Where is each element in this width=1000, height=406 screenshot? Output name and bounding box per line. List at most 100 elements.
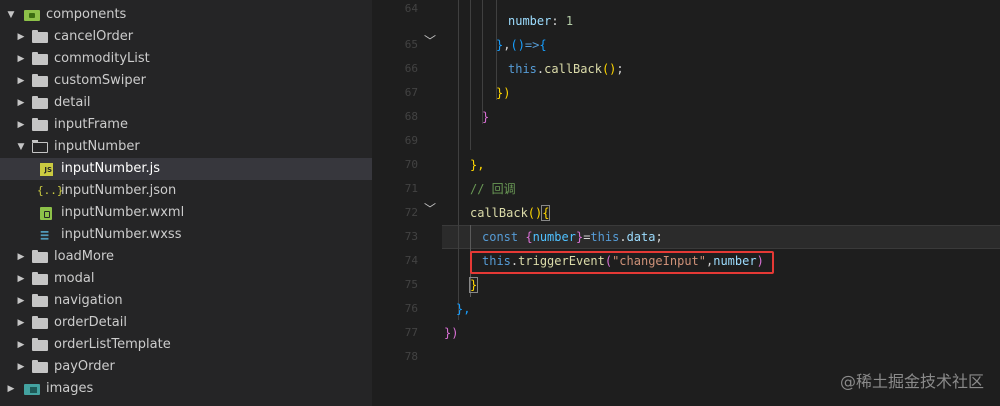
chevron-right-icon[interactable]: ▶ <box>16 312 26 334</box>
tree-item-inputnumber-wxml[interactable]: inputNumber.wxml <box>0 202 372 224</box>
line-number: 68 <box>404 110 418 123</box>
code-token: ; <box>655 230 663 244</box>
code-line-73: const {number}=this.data; <box>482 225 1000 249</box>
folder-components-icon <box>24 10 40 21</box>
fold-chevron-icon[interactable]: ﹀ <box>424 29 436 53</box>
code-line-77: }) <box>444 321 976 345</box>
code-editor[interactable]: 64 65 66 67 68 69 70 71 72 73 74 75 76 7… <box>372 0 1000 406</box>
tree-item-navigation[interactable]: ▶ navigation <box>0 290 372 312</box>
tree-item-label: cancelOrder <box>54 29 134 44</box>
line-number: 73 <box>404 230 418 243</box>
tree-item-label: orderDetail <box>54 315 127 330</box>
tree-item-payorder[interactable]: ▶ payOrder <box>0 356 372 378</box>
folder-icon <box>32 74 48 87</box>
line-number: 66 <box>404 62 418 75</box>
tree-item-label: inputNumber <box>54 139 140 154</box>
chevron-right-icon[interactable]: ▶ <box>16 268 26 290</box>
code-token: data <box>626 230 656 244</box>
indent-guide <box>458 0 459 320</box>
code-line-70: }, <box>470 153 1000 177</box>
tree-item-inputframe[interactable]: ▶ inputFrame <box>0 114 372 136</box>
tree-item-label: components <box>46 7 127 22</box>
code-token: () <box>601 62 617 76</box>
tree-item-label: navigation <box>54 293 123 308</box>
code-line-68: } <box>482 105 1000 129</box>
code-token: const <box>482 230 526 244</box>
tree-item-label: payOrder <box>54 359 115 374</box>
code-token: }) <box>444 326 459 340</box>
code-token: }) <box>496 86 511 100</box>
tree-item-components[interactable]: ▼ components <box>0 4 372 26</box>
code-token: 1 <box>565 14 574 28</box>
code-token: . <box>619 230 627 244</box>
tree-item-images[interactable]: ▶ images <box>0 378 372 400</box>
fold-chevron-icon[interactable]: ﹀ <box>424 197 436 221</box>
chevron-right-icon[interactable]: ▶ <box>16 246 26 268</box>
tree-item-loadmore[interactable]: ▶ loadMore <box>0 246 372 268</box>
folder-images-icon <box>24 384 40 395</box>
tree-item-label: inputNumber.wxss <box>61 227 182 242</box>
tree-item-label: customSwiper <box>54 73 146 88</box>
folder-icon <box>32 30 48 43</box>
chevron-right-icon[interactable]: ▶ <box>6 378 16 400</box>
chevron-right-icon[interactable]: ▶ <box>16 48 26 70</box>
line-number: 69 <box>404 134 418 147</box>
line-number: 78 <box>404 350 418 363</box>
tree-item-customswiper[interactable]: ▶ customSwiper <box>0 70 372 92</box>
tree-item-label: modal <box>54 271 95 286</box>
tree-item-inputnumber[interactable]: ▼ inputNumber <box>0 136 372 158</box>
tree-item-detail[interactable]: ▶ detail <box>0 92 372 114</box>
tree-item-label: commodityList <box>54 51 150 66</box>
tree-item-orderlisttemplate[interactable]: ▶ orderListTemplate <box>0 334 372 356</box>
code-token: } <box>468 277 479 293</box>
chevron-right-icon[interactable]: ▶ <box>16 356 26 378</box>
folder-icon <box>32 250 48 263</box>
chevron-right-icon[interactable]: ▶ <box>16 114 26 136</box>
code-line-67: }) <box>496 81 1000 105</box>
folder-icon <box>32 316 48 329</box>
code-line-76: }, <box>456 297 988 321</box>
line-number: 72 <box>404 206 418 219</box>
file-explorer: ▼ components ▶ cancelOrder ▶ commodityLi… <box>0 0 372 406</box>
tree-item-label: inputNumber.wxml <box>61 205 185 220</box>
line-number: 77 <box>404 326 418 339</box>
code-token: this <box>590 230 620 244</box>
folder-icon <box>32 96 48 109</box>
tree-item-label: detail <box>54 95 91 110</box>
tree-item-label: orderListTemplate <box>54 337 171 352</box>
code-token: }, <box>456 302 471 316</box>
line-number: 70 <box>404 158 418 171</box>
tree-item-label: inputNumber.json <box>61 183 177 198</box>
tree-item-commoditylist[interactable]: ▶ commodityList <box>0 48 372 70</box>
chevron-right-icon[interactable]: ▶ <box>16 92 26 114</box>
css-file-icon: ≡ <box>40 226 50 244</box>
code-line-64: number: 1 <box>508 9 1000 33</box>
tree-item-label: inputFrame <box>54 117 128 132</box>
tree-item-inputnumber-js[interactable]: JS inputNumber.js <box>0 158 372 180</box>
tree-item-cancelorder[interactable]: ▶ cancelOrder <box>0 26 372 48</box>
tree-item-label: inputNumber.js <box>61 161 160 176</box>
tree-item-orderdetail[interactable]: ▶ orderDetail <box>0 312 372 334</box>
code-token: }, <box>470 158 485 172</box>
chevron-right-icon[interactable]: ▶ <box>16 290 26 312</box>
chevron-right-icon[interactable]: ▶ <box>16 26 26 48</box>
tree-item-inputnumber-json[interactable]: {..} inputNumber.json <box>0 180 372 202</box>
code-line-65: },()=>{ <box>496 33 1000 57</box>
folder-open-icon <box>32 140 48 153</box>
tree-item-inputnumber-wxss[interactable]: ≡ inputNumber.wxss <box>0 224 372 246</box>
code-token: callBack <box>470 206 528 220</box>
code-token: number <box>532 230 576 244</box>
tree-item-modal[interactable]: ▶ modal <box>0 268 372 290</box>
chevron-right-icon[interactable]: ▶ <box>16 334 26 356</box>
line-number: 64 <box>404 2 418 15</box>
chevron-down-icon[interactable]: ▼ <box>6 4 16 26</box>
folder-icon <box>32 118 48 131</box>
code-token: () <box>527 206 543 220</box>
line-number: 71 <box>404 182 418 195</box>
code-token: callBack <box>544 62 602 76</box>
code-token: () <box>510 38 525 52</box>
chevron-down-icon[interactable]: ▼ <box>16 136 26 158</box>
code-line-71: // 回调 <box>470 177 1000 201</box>
chevron-right-icon[interactable]: ▶ <box>16 70 26 92</box>
line-number: 65 <box>404 38 418 51</box>
